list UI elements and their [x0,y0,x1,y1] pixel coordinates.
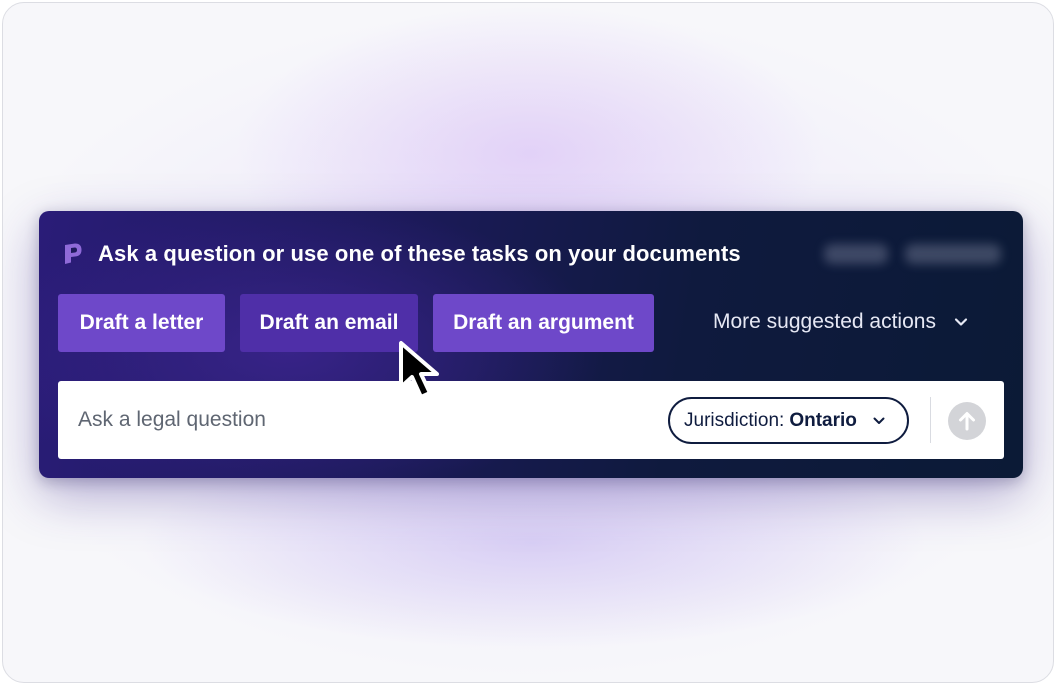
jurisdiction-dropdown[interactable]: Jurisdiction: Ontario [668,397,909,444]
more-suggested-actions-button[interactable]: More suggested actions [713,310,970,334]
mouse-pointer-icon [399,341,439,399]
send-button[interactable] [948,402,986,440]
draft-letter-button[interactable]: Draft a letter [58,294,225,352]
input-divider [930,397,931,443]
panel-heading: Ask a question or use one of these tasks… [98,241,741,266]
window-frame: Ask a question or use one of these tasks… [2,2,1054,683]
jurisdiction-label: Jurisdiction: [684,409,785,431]
more-suggested-actions-label: More suggested actions [713,310,936,333]
chevron-down-icon [954,318,968,326]
brand-p-logo-icon [65,243,82,264]
question-input-row: Jurisdiction: Ontario [58,381,1004,459]
arrow-up-icon [959,412,975,431]
chevron-down-icon [873,417,885,424]
draft-email-button[interactable]: Draft an email [240,294,418,352]
blurred-header-control [824,244,888,264]
jurisdiction-value: Ontario [789,409,857,431]
ai-assistant-panel: Ask a question or use one of these tasks… [39,211,1023,478]
blurred-header-control [905,244,1001,264]
legal-question-input[interactable] [78,405,638,435]
draft-argument-button[interactable]: Draft an argument [433,294,654,352]
